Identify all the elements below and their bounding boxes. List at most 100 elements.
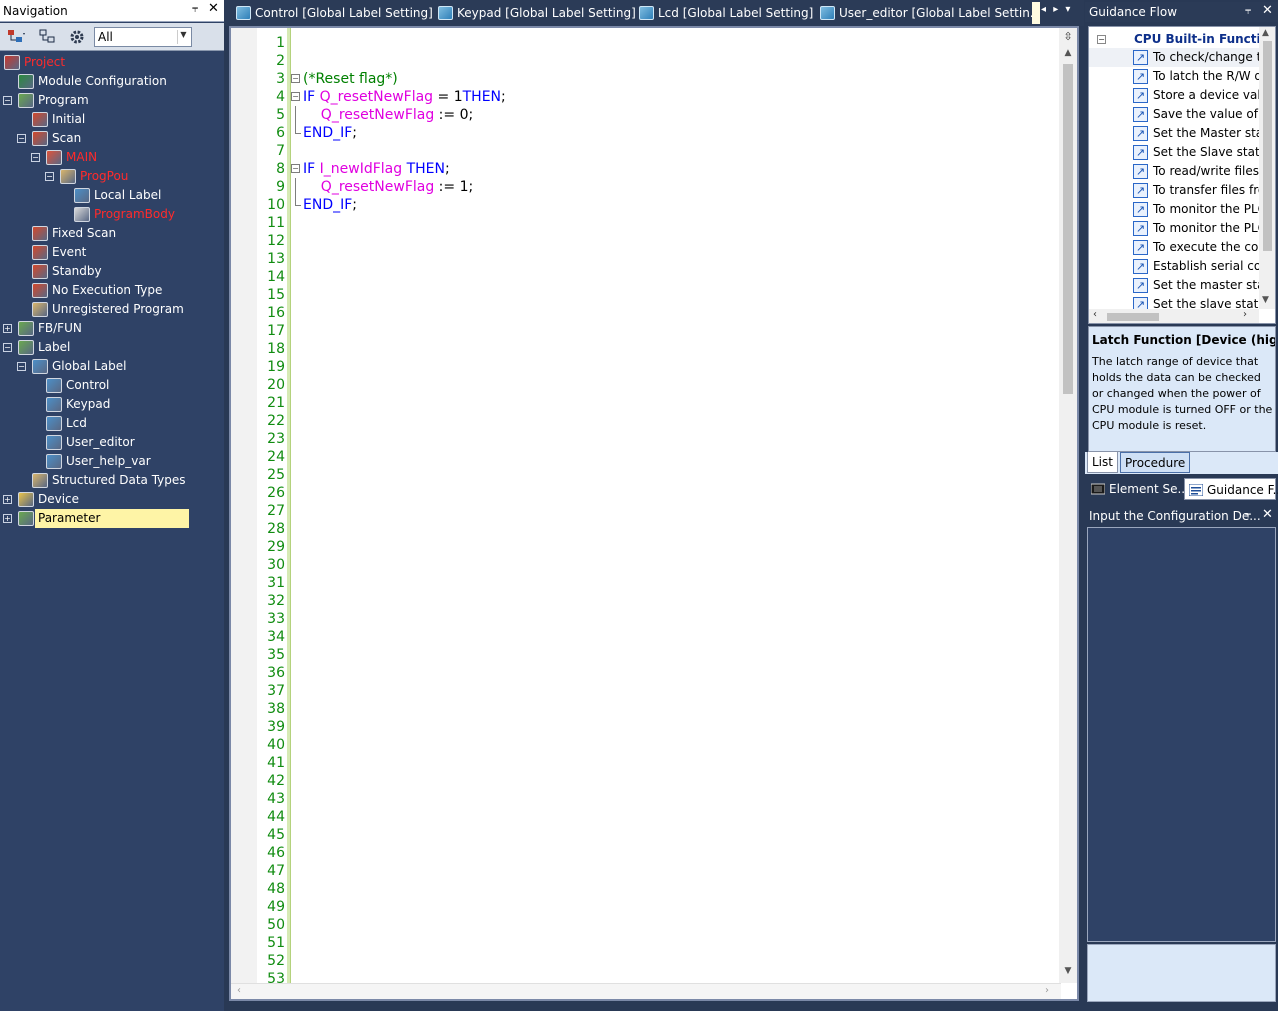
code-line[interactable]: − IF Q_resetNewFlag = 1THEN; [291, 88, 1061, 106]
close-icon[interactable]: ✕ [208, 1, 219, 16]
tab-procedure[interactable]: Procedure [1120, 452, 1191, 473]
guidance-item[interactable]: ↗ Establish serial com [1089, 257, 1259, 276]
chevron-down-icon[interactable]: ▼ [177, 30, 189, 44]
tree-node[interactable]: Structured Data Types [0, 471, 224, 490]
guidance-item[interactable]: ↗ To transfer files fror [1089, 181, 1259, 200]
collapse-icon[interactable]: − [45, 172, 54, 181]
guidance-item[interactable]: ↗ To read/write files t [1089, 162, 1259, 181]
navigation-filter-select[interactable]: All ▼ [94, 27, 192, 47]
gear-icon[interactable] [64, 26, 90, 48]
pin-icon[interactable]: ⫧ [1245, 4, 1251, 18]
collapse-icon[interactable]: − [3, 96, 12, 105]
tree-node[interactable]: Control [0, 376, 224, 395]
tree-node[interactable]: Fixed Scan [0, 224, 224, 243]
tree-node[interactable]: − Scan [0, 129, 224, 148]
collapse-icon[interactable]: − [31, 153, 40, 162]
tree-node[interactable]: − MAIN [0, 148, 224, 167]
code-line[interactable] [291, 52, 1061, 70]
guidance-item[interactable]: ↗ Store a device value [1089, 86, 1259, 105]
line-number: 39 [267, 719, 285, 735]
tree-node[interactable]: − Program [0, 91, 224, 110]
st-code-editor[interactable]: 1 2 3 4 5 6 7 8 9 10 11 12 13 14 15 16 17 18 19 20 21 22 23 24 2… [229, 26, 1079, 1001]
tree-node[interactable]: Local Label [0, 186, 224, 205]
guidance-item[interactable]: ↗ To latch the R/W de [1089, 67, 1259, 86]
scroll-thumb[interactable] [1063, 64, 1073, 394]
tree-node[interactable]: Lcd [0, 414, 224, 433]
tree-node[interactable]: Standby [0, 262, 224, 281]
expand-icon[interactable]: + [3, 514, 12, 523]
guidance-item[interactable]: ↗ Set the Slave station [1089, 143, 1259, 162]
split-icon[interactable]: ⇳ [1059, 30, 1077, 43]
tree-node[interactable]: ProgramBody [0, 205, 224, 224]
tree-node[interactable]: Event [0, 243, 224, 262]
tree-node[interactable]: Keypad [0, 395, 224, 414]
tree-node[interactable]: + Device [0, 490, 224, 509]
guidance-item[interactable]: ↗ To monitor the PLC [1089, 219, 1259, 238]
collapse-icon[interactable]: − [1097, 35, 1106, 44]
scroll-right-icon[interactable]: › [1243, 309, 1247, 320]
code-area[interactable]: − (*Reset flag*) − IF Q_resetNewFlag = 1THE… [291, 34, 1061, 214]
tree-node[interactable]: User_editor [0, 433, 224, 452]
guidance-vertical-scrollbar[interactable]: ▲ ▼ [1259, 27, 1275, 309]
code-line[interactable]: END_IF; [291, 196, 1061, 214]
guidance-horizontal-scrollbar[interactable]: ‹ › [1089, 309, 1259, 323]
horizontal-scrollbar[interactable]: ‹ › [231, 983, 1061, 999]
vertical-scrollbar[interactable]: ⇳ ▲ ▼ [1059, 28, 1077, 983]
tree-node[interactable]: Unregistered Program [0, 300, 224, 319]
scroll-down-icon[interactable]: ▼ [1262, 295, 1269, 305]
tree-collapse-icon[interactable] [36, 26, 62, 48]
collapse-icon[interactable]: − [17, 362, 26, 371]
close-icon[interactable]: ✕ [1262, 507, 1273, 522]
tree-node[interactable]: − ProgPou [0, 167, 224, 186]
tab-element-selection[interactable]: Element Se... [1087, 478, 1189, 500]
pin-icon[interactable]: ⫧ [192, 2, 198, 16]
guidance-item[interactable]: ↗ To monitor the PLC [1089, 200, 1259, 219]
code-line[interactable]: − IF I_newIdFlag THEN; [291, 160, 1061, 178]
tree-node[interactable]: Initial [0, 110, 224, 129]
pin-icon[interactable]: ⫧ [1245, 508, 1251, 522]
config-panel-header: Input the Configuration De... ⫧ ✕ [1085, 506, 1278, 526]
scroll-thumb[interactable] [1263, 41, 1272, 251]
code-line[interactable]: Q_resetNewFlag := 1; [291, 178, 1061, 196]
tree-node[interactable]: − Global Label [0, 357, 224, 376]
fold-toggle-icon[interactable]: − [291, 164, 300, 173]
fold-toggle-icon[interactable]: − [291, 92, 300, 101]
close-icon[interactable]: ✕ [1262, 3, 1273, 18]
guidance-item[interactable]: ↗ To execute the com [1089, 238, 1259, 257]
code-line[interactable]: END_IF; [291, 124, 1061, 142]
tree-node[interactable]: + FB/FUN [0, 319, 224, 338]
module-config-icon [18, 74, 34, 89]
fold-toggle-icon[interactable]: − [291, 74, 300, 83]
guidance-item[interactable]: ↗ Set the Master statio [1089, 124, 1259, 143]
tree-expand-icon[interactable] [4, 26, 30, 48]
guidance-item[interactable]: ↗ To check/change th [1089, 48, 1259, 67]
guidance-category[interactable]: − CPU Built-in Function [1089, 31, 1275, 49]
scroll-up-icon[interactable]: ▲ [1262, 28, 1269, 38]
tree-node[interactable]: Project [0, 53, 224, 72]
tree-node[interactable]: − Label [0, 338, 224, 357]
tab-scroll-controls[interactable]: ◂ ▸ ▾ [1041, 4, 1072, 15]
code-line[interactable] [291, 34, 1061, 52]
scroll-left-icon[interactable]: ‹ [237, 985, 241, 996]
guidance-item[interactable]: ↗ Set the master statio [1089, 276, 1259, 295]
tree-node[interactable]: No Execution Type [0, 281, 224, 300]
expand-icon[interactable]: + [3, 495, 12, 504]
expand-icon[interactable]: + [3, 324, 12, 333]
code-line[interactable] [291, 142, 1061, 160]
variable-token: Q_resetNewFlag [303, 107, 435, 123]
collapse-icon[interactable]: − [17, 134, 26, 143]
tab-guidance-flow[interactable]: Guidance F... [1184, 478, 1278, 500]
scroll-left-icon[interactable]: ‹ [1093, 309, 1097, 320]
guidance-item[interactable]: ↗ Save the value of al [1089, 105, 1259, 124]
scroll-up-icon[interactable]: ▲ [1059, 48, 1077, 58]
tree-node[interactable]: User_help_var [0, 452, 224, 471]
scroll-down-icon[interactable]: ▼ [1059, 966, 1077, 976]
collapse-icon[interactable]: − [3, 343, 12, 352]
scroll-thumb[interactable] [1107, 313, 1159, 321]
code-line[interactable]: − (*Reset flag*) [291, 70, 1061, 88]
code-line[interactable]: Q_resetNewFlag := 0; [291, 106, 1061, 124]
tab-list[interactable]: List [1087, 452, 1118, 473]
tree-node[interactable]: + Parameter [0, 509, 224, 528]
scroll-right-icon[interactable]: › [1045, 985, 1049, 996]
tree-node[interactable]: Module Configuration [0, 72, 224, 91]
